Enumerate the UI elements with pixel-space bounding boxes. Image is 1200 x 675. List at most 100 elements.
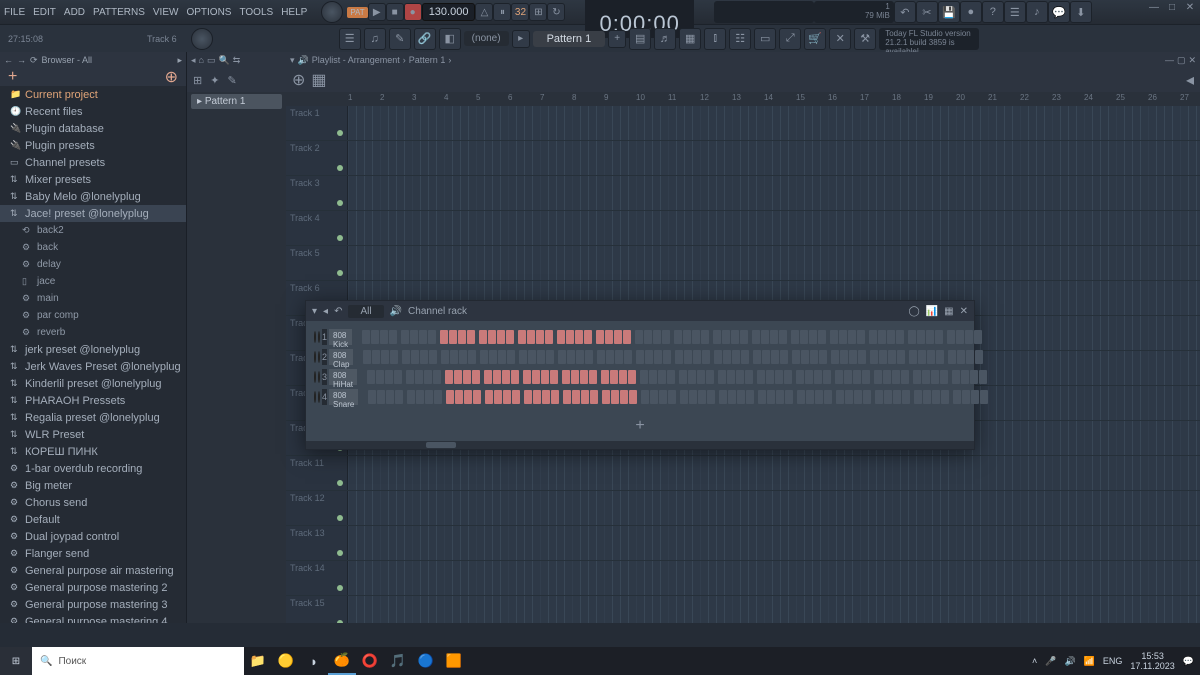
step-button[interactable] [909, 350, 917, 364]
step-button[interactable] [433, 370, 441, 384]
fwd-icon[interactable]: → [17, 55, 26, 65]
step-button[interactable] [619, 370, 627, 384]
step-button[interactable] [966, 350, 974, 364]
help-icon[interactable]: ? [982, 1, 1004, 23]
step-button[interactable] [381, 350, 389, 364]
tray-lang[interactable]: ENG [1103, 656, 1123, 666]
step-button[interactable] [449, 330, 457, 344]
browser-item[interactable]: ⇅Kinderlil preset @lonelyplug [0, 375, 186, 392]
channel-row[interactable]: 4808 Snare [312, 387, 968, 406]
step-button[interactable] [585, 350, 593, 364]
step-button[interactable] [779, 330, 787, 344]
step-button[interactable] [572, 390, 580, 404]
step-button[interactable] [489, 350, 497, 364]
save-icon[interactable]: 💾 [938, 1, 960, 23]
step-button[interactable] [620, 390, 628, 404]
step-button[interactable] [776, 390, 784, 404]
step-button[interactable] [888, 350, 896, 364]
step-button[interactable] [824, 390, 832, 404]
step-button[interactable] [836, 390, 844, 404]
step-button[interactable] [883, 370, 891, 384]
step-button[interactable] [662, 330, 670, 344]
tray-wifi-icon[interactable]: 📶 [1084, 656, 1095, 667]
step-button[interactable] [956, 330, 964, 344]
menu-patterns[interactable]: PATTERNS [89, 7, 149, 18]
cr-graph-icon[interactable]: 📊 [926, 306, 938, 317]
step-button[interactable] [615, 350, 623, 364]
step-button[interactable] [922, 370, 930, 384]
step-button[interactable] [785, 390, 793, 404]
step-button[interactable] [367, 370, 375, 384]
step-button[interactable] [385, 370, 393, 384]
step-button[interactable] [887, 330, 895, 344]
step-button[interactable] [551, 390, 559, 404]
step-button[interactable] [810, 350, 818, 364]
step-button[interactable] [649, 370, 657, 384]
step-button[interactable] [979, 370, 987, 384]
cr-step-icon[interactable]: ▦ [944, 306, 953, 317]
step-button[interactable] [679, 370, 687, 384]
step-button[interactable] [701, 330, 709, 344]
browser-category[interactable]: ⇅Mixer presets [0, 171, 186, 188]
step-button[interactable] [386, 390, 394, 404]
step-button[interactable] [644, 330, 652, 344]
app2-icon[interactable]: ⭕ [356, 647, 384, 675]
play-button[interactable]: ▶ [368, 3, 386, 21]
channel-number[interactable]: 4 [322, 389, 327, 405]
channel-pan-knob[interactable] [314, 331, 316, 343]
cr-swing-knob[interactable]: ◯ [909, 306, 920, 317]
step-button[interactable] [761, 330, 769, 344]
pl-close-icon[interactable]: ✕ [1188, 55, 1196, 66]
step-button[interactable] [792, 350, 800, 364]
step-button[interactable] [897, 350, 905, 364]
pattern-selector[interactable]: Pattern 1 [533, 31, 606, 47]
channel-name[interactable]: 808 Clap [329, 349, 353, 365]
step-button[interactable] [493, 370, 501, 384]
stop-button[interactable]: ■ [386, 3, 404, 21]
download-icon[interactable]: ⬇ [1070, 1, 1092, 23]
step-button[interactable] [814, 370, 822, 384]
step-button[interactable] [380, 330, 388, 344]
step-button[interactable] [675, 350, 683, 364]
step-button[interactable] [893, 390, 901, 404]
step-button[interactable] [831, 350, 839, 364]
step-button[interactable] [623, 330, 631, 344]
step-button[interactable] [614, 330, 622, 344]
browser-item[interactable]: ⚙General purpose mastering 2 [0, 579, 186, 596]
step-button[interactable] [692, 330, 700, 344]
step-button[interactable] [965, 330, 973, 344]
step-button[interactable] [434, 390, 442, 404]
step-button[interactable] [455, 390, 463, 404]
record-button[interactable]: ● [404, 3, 422, 21]
pencil2-icon[interactable]: ✎ [227, 74, 236, 87]
pl-menu-icon[interactable]: ▾ [290, 55, 295, 66]
taskbar-search[interactable]: 🔍 Поиск [32, 647, 244, 675]
playlist-track[interactable]: Track 1 [286, 106, 1200, 141]
step-button[interactable] [902, 390, 910, 404]
step-button[interactable] [497, 330, 505, 344]
step-button[interactable] [818, 330, 826, 344]
step-button[interactable] [791, 330, 799, 344]
step-button[interactable] [402, 350, 410, 364]
step-button[interactable] [558, 350, 566, 364]
step-button[interactable] [936, 350, 944, 364]
channel-number[interactable]: 1 [322, 329, 327, 345]
step-button[interactable] [640, 370, 648, 384]
step-button[interactable] [737, 390, 745, 404]
step-button[interactable] [376, 370, 384, 384]
step-button[interactable] [940, 370, 948, 384]
step-button[interactable] [610, 370, 618, 384]
browser-category[interactable]: ▭Channel presets [0, 154, 186, 171]
playlist-track[interactable]: Track 11 [286, 456, 1200, 491]
step-button[interactable] [753, 350, 761, 364]
step-button[interactable] [415, 370, 423, 384]
step-button[interactable] [563, 390, 571, 404]
step-button[interactable] [468, 350, 476, 364]
step-button[interactable] [601, 370, 609, 384]
menu-options[interactable]: OPTIONS [182, 7, 235, 18]
pl-audio-icon[interactable]: 🔊 [298, 55, 309, 66]
step-button[interactable] [467, 330, 475, 344]
step-button[interactable] [975, 350, 983, 364]
step-button[interactable] [597, 350, 605, 364]
pat-left-icon[interactable]: ◂ [191, 55, 196, 66]
